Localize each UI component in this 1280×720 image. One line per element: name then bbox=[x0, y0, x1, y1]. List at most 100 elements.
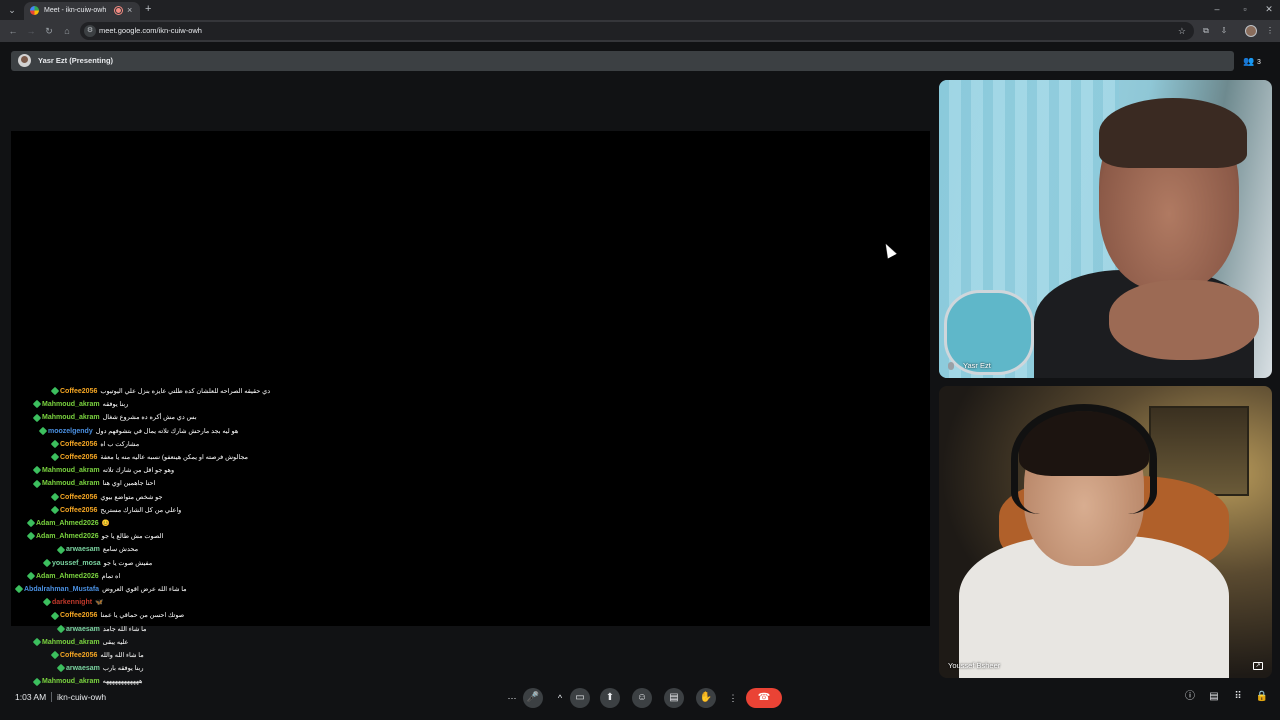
chat-message: Mahmoud_akram عليه يبقى bbox=[32, 637, 128, 649]
participants-button[interactable]: 👥 3 bbox=[1243, 53, 1271, 69]
reactions-button[interactable]: ☺ bbox=[632, 688, 652, 708]
chat-username: Mahmoud_akram bbox=[42, 480, 100, 488]
chat-username: Coffee2056 bbox=[60, 506, 98, 514]
people-icon: 👥 bbox=[1243, 56, 1255, 66]
meeting-clock: 1:03 AM bbox=[15, 692, 47, 702]
chat-badge-icon bbox=[56, 624, 66, 633]
chat-badge-icon bbox=[26, 571, 36, 581]
chat-message: darkennight 🦋 bbox=[42, 597, 103, 609]
omnibox[interactable]: ⚙ meet.google.com/ikn-cuiw-owh ☆ bbox=[80, 22, 1194, 40]
chat-message: Abdalrahman_Mustafa ما شاء الله عرض اقوي … bbox=[14, 584, 187, 596]
forward-icon[interactable]: → bbox=[24, 24, 38, 38]
chat-username: Mahmoud_akram bbox=[42, 401, 100, 409]
chat-message: Mahmoud_akram بس دي مش أكره ده مشروع شغال bbox=[32, 412, 197, 424]
chat-icon[interactable]: ▤ bbox=[1207, 690, 1221, 704]
chat-badge-icon bbox=[50, 452, 60, 462]
bookmark-star-icon[interactable]: ☆ bbox=[1178, 24, 1186, 38]
chat-message: Coffee2056 جو شخص متواضع بيوي bbox=[50, 492, 163, 504]
chat-badge-icon bbox=[32, 637, 42, 647]
activities-icon[interactable]: ⠿ bbox=[1231, 690, 1245, 704]
back-icon[interactable]: ← bbox=[6, 24, 20, 38]
presenter-label: Yasr Ezt (Presenting) bbox=[38, 56, 114, 65]
chat-text: مفيش صوت يا جو bbox=[103, 559, 153, 567]
chat-username: Abdalrahman_Mustafa bbox=[24, 586, 100, 593]
hand-shape bbox=[1109, 280, 1259, 360]
url-text[interactable]: meet.google.com/ikn-cuiw-owh bbox=[99, 25, 202, 37]
chat-message: Coffee2056 ما شاء الله والله bbox=[50, 650, 144, 662]
downloads-icon[interactable]: ⇩ bbox=[1217, 24, 1231, 38]
chat-message: Coffee2056 واعلي من كل الشارك مستريح bbox=[50, 505, 181, 517]
chat-message: Coffee2056 دي حقيقه الصراحه للعلشان كده ظ… bbox=[50, 386, 270, 398]
close-window-icon[interactable]: ✕ bbox=[1262, 3, 1276, 16]
video-tile-yasr[interactable]: Yasr Ezt bbox=[939, 80, 1272, 378]
chat-text: ربنا يوفقه bbox=[102, 401, 129, 409]
present-button[interactable]: ⬆ bbox=[600, 688, 620, 708]
more-options-button[interactable]: ⋮ bbox=[725, 688, 741, 708]
captions-button[interactable]: ▤ bbox=[664, 688, 684, 708]
address-toolbar: ← → ↻ ⌂ ⚙ meet.google.com/ikn-cuiw-owh ☆… bbox=[0, 20, 1280, 42]
chat-text: اه تمام bbox=[101, 572, 121, 580]
chat-text: هو ليه بجد مارحش شارك تلاته يمال في بتشو… bbox=[95, 427, 239, 435]
chat-username: arwaesam bbox=[66, 665, 100, 673]
recording-indicator-icon bbox=[115, 7, 122, 14]
home-icon[interactable]: ⌂ bbox=[60, 24, 74, 38]
chat-text: ههههههههههههه bbox=[102, 678, 143, 686]
chat-badge-icon bbox=[32, 479, 42, 488]
chat-badge-icon bbox=[32, 400, 42, 409]
host-controls-icon[interactable]: 🔒 bbox=[1255, 690, 1269, 704]
chat-text: 😊 bbox=[101, 520, 110, 527]
tab-search-icon[interactable]: ⌄ bbox=[4, 3, 20, 17]
chat-text: ربنا يوفقه بارب bbox=[102, 665, 144, 673]
video-tile-youssef[interactable]: Youssef Bsheer ↗ bbox=[939, 386, 1272, 678]
chat-text: ما شاء الله عرض اقوي العروض bbox=[102, 586, 187, 593]
participant-count: 3 bbox=[1256, 59, 1261, 66]
chat-text: ما شاء الله جامد bbox=[102, 625, 147, 633]
browser-tab[interactable]: Meet - ikn-cuiw-owh × bbox=[24, 2, 140, 20]
site-info-icon[interactable]: ⚙ bbox=[84, 25, 96, 37]
meeting-info-icon[interactable]: ⓘ bbox=[1183, 690, 1197, 704]
chat-username: Coffee2056 bbox=[60, 388, 98, 395]
chat-message: arwaesam محدش سامع bbox=[56, 544, 139, 556]
chat-username: Coffee2056 bbox=[60, 652, 98, 659]
reload-icon[interactable]: ↻ bbox=[42, 24, 56, 38]
chat-username: Coffee2056 bbox=[60, 454, 98, 461]
chat-username: Adam_Ahmed2026 bbox=[36, 572, 99, 580]
mic-indicator-icon bbox=[948, 362, 954, 370]
chat-badge-icon bbox=[42, 558, 52, 567]
chat-message: youssef_mosa مفيش صوت يا جو bbox=[42, 558, 153, 570]
more-options-left-button[interactable]: ⋯ bbox=[504, 688, 520, 708]
new-tab-button[interactable]: + bbox=[145, 3, 151, 16]
clock-separator bbox=[51, 692, 52, 702]
chat-text: مشاركت ب اه bbox=[100, 440, 140, 448]
chat-username: Coffee2056 bbox=[60, 440, 98, 448]
chat-message: Adam_Ahmed2026 اه تمام bbox=[26, 571, 121, 583]
raise-hand-button[interactable]: ✋ bbox=[696, 688, 716, 708]
extensions-icon[interactable]: ⧉ bbox=[1199, 24, 1213, 38]
chat-text: محدش سامع bbox=[102, 546, 139, 554]
chat-username: Coffee2056 bbox=[60, 612, 98, 620]
browser-menu-icon[interactable]: ⋮ bbox=[1263, 24, 1277, 38]
chat-username: arwaesam bbox=[66, 546, 100, 554]
mic-button[interactable]: 🎤 bbox=[523, 688, 543, 708]
chat-username: moozelgendy bbox=[48, 427, 93, 435]
chat-badge-icon bbox=[50, 650, 60, 660]
chat-message: moozelgendy هو ليه بجد مارحش شارك تلاته ي… bbox=[38, 426, 239, 438]
minimize-icon[interactable]: – bbox=[1210, 3, 1224, 16]
profile-avatar[interactable] bbox=[1245, 25, 1257, 37]
camera-button[interactable]: ▭ bbox=[570, 688, 590, 708]
tab-close-icon[interactable]: × bbox=[127, 4, 132, 17]
chat-text: بس دي مش أكره ده مشروع شغال bbox=[102, 414, 197, 422]
expand-icon[interactable]: ↗ bbox=[1253, 662, 1263, 670]
chat-message: Adam_Ahmed2026 الصوت مش طالع يا جو bbox=[26, 531, 163, 543]
chat-username: darkennight bbox=[52, 599, 93, 607]
chat-username: Mahmoud_akram bbox=[42, 414, 100, 422]
hair-shape bbox=[1099, 98, 1247, 168]
chat-text: جو شخص متواضع بيوي bbox=[100, 493, 163, 501]
leave-call-button[interactable]: ☎ bbox=[746, 688, 782, 708]
maximize-icon[interactable]: ▫ bbox=[1238, 3, 1252, 16]
chat-badge-icon bbox=[26, 532, 36, 541]
mic-options-chevron-icon[interactable]: ^ bbox=[552, 688, 568, 708]
chat-message: Mahmoud_akram احنا جاهمين اوي هنا bbox=[32, 478, 155, 490]
presenter-bar: Yasr Ezt (Presenting) bbox=[11, 51, 1234, 71]
meet-favicon-icon bbox=[30, 6, 39, 15]
